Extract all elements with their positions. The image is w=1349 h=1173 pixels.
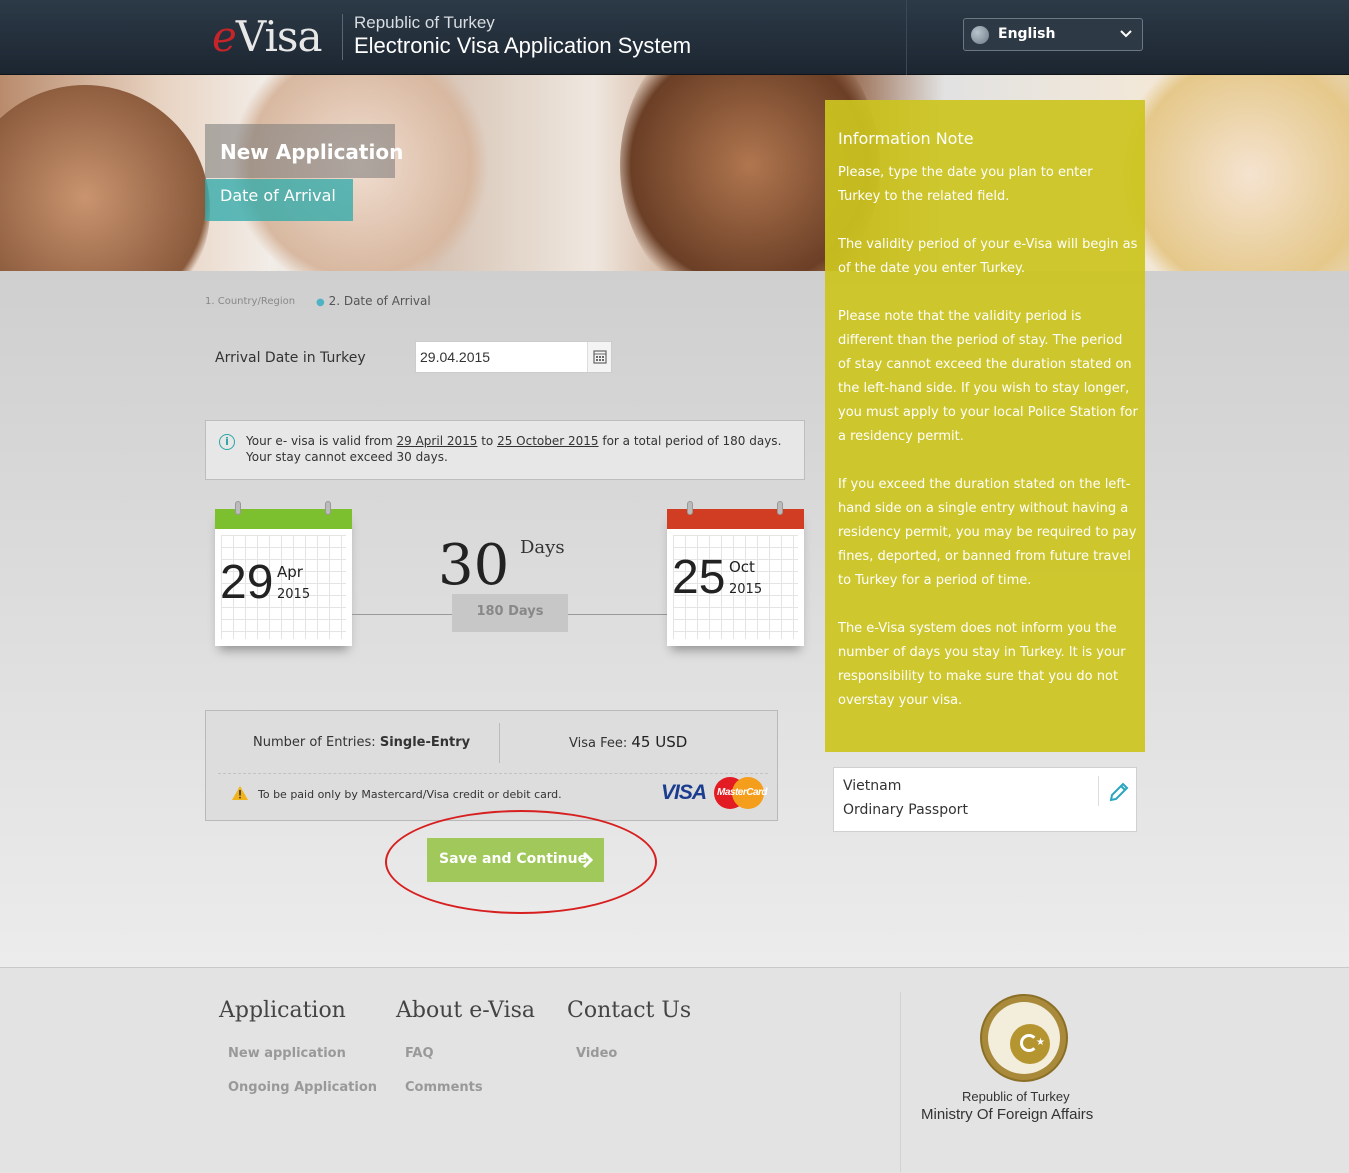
calendar-ring bbox=[777, 501, 783, 515]
ministry-line-2: Ministry Of Foreign Affairs bbox=[921, 1106, 1094, 1123]
footer-heading-application: Application bbox=[219, 998, 346, 1023]
visa-fee: Visa Fee: 45 USD bbox=[569, 733, 688, 751]
footer-heading-about: About e-Visa bbox=[396, 998, 536, 1023]
card-divider bbox=[1098, 776, 1099, 806]
end-month: Oct bbox=[729, 558, 755, 576]
entries-fee-box: Number of Entries: Single-Entry Visa Fee… bbox=[205, 710, 778, 821]
info-paragraph: If you exceed the duration stated on the… bbox=[838, 477, 1137, 588]
header-subtitle: Republic of Turkey bbox=[354, 13, 495, 32]
globe-icon bbox=[971, 26, 989, 44]
info-paragraph: The e-Visa system does not inform you th… bbox=[838, 621, 1126, 708]
evisa-logo[interactable]: eVisa bbox=[212, 12, 322, 61]
visa-logo: VISA bbox=[661, 781, 707, 804]
footer-link-comments[interactable]: Comments bbox=[405, 1080, 483, 1095]
banner-photo-left bbox=[0, 85, 210, 271]
end-day: 25 bbox=[672, 551, 726, 604]
start-year: 2015 bbox=[277, 587, 311, 602]
start-date-calendar: 29 Apr 2015 bbox=[215, 501, 352, 646]
chevron-down-icon bbox=[1120, 30, 1132, 38]
calendar-button[interactable] bbox=[587, 342, 611, 372]
footer-heading-contact: Contact Us bbox=[567, 998, 692, 1023]
breadcrumb-step-1[interactable]: 1. Country/Region bbox=[205, 296, 295, 307]
calendar-ring bbox=[235, 501, 241, 515]
warning-icon bbox=[232, 786, 248, 800]
total-days-badge: 180 Days bbox=[452, 594, 568, 632]
number-of-entries: Number of Entries: Single-Entry bbox=[253, 735, 471, 750]
arrival-date-value[interactable]: 29.04.2015 bbox=[420, 349, 490, 365]
ministry-seal-icon: ★ bbox=[980, 994, 1068, 1082]
edit-pencil-icon[interactable] bbox=[1107, 780, 1131, 804]
info-note-title: Information Note bbox=[838, 129, 974, 148]
calendar-ring bbox=[687, 501, 693, 515]
footer-divider bbox=[900, 992, 901, 1172]
banner-subtag: Date of Arrival bbox=[220, 186, 336, 205]
header-divider bbox=[906, 0, 907, 75]
current-step-dot: ● bbox=[316, 297, 325, 308]
end-year: 2015 bbox=[729, 582, 763, 597]
banner-tag: New Application bbox=[220, 140, 404, 164]
valid-from-date: 29 April 2015 bbox=[396, 434, 478, 448]
info-paragraph: Please note that the validity period is … bbox=[838, 309, 1138, 444]
passport-summary-card: Vietnam Ordinary Passport bbox=[833, 767, 1137, 832]
stay-days-number: 30 bbox=[438, 533, 510, 598]
footer-link-faq[interactable]: FAQ bbox=[405, 1046, 434, 1061]
info-note-body: Please, type the date you plan to enter … bbox=[838, 161, 1138, 737]
validity-text: Your e- visa is valid from 29 April 2015… bbox=[246, 434, 782, 464]
breadcrumb-step-2: ● 2. Date of Arrival bbox=[316, 294, 431, 308]
footer-link-ongoing-application[interactable]: Ongoing Application bbox=[228, 1080, 377, 1095]
payment-note: To be paid only by Mastercard/Visa credi… bbox=[258, 788, 562, 801]
arrival-date-label: Arrival Date in Turkey bbox=[215, 350, 366, 366]
mastercard-logo: MasterCard bbox=[714, 777, 768, 809]
calendar-ring bbox=[325, 501, 331, 515]
passport-type: Ordinary Passport bbox=[843, 802, 968, 818]
end-date-calendar: 25 Oct 2015 bbox=[667, 501, 804, 646]
info-paragraph: The validity period of your e-Visa will … bbox=[838, 237, 1138, 276]
start-month: Apr bbox=[277, 563, 303, 581]
logo-separator bbox=[342, 14, 343, 60]
language-label: English bbox=[998, 26, 1056, 42]
highlight-annotation bbox=[385, 810, 657, 914]
calendar-icon bbox=[593, 350, 607, 364]
site-header: eVisa Republic of Turkey Electronic Visa… bbox=[0, 0, 1349, 75]
footer-link-video[interactable]: Video bbox=[576, 1046, 617, 1061]
footer-link-new-application[interactable]: New application bbox=[228, 1046, 346, 1061]
language-select[interactable]: English bbox=[963, 18, 1143, 51]
banner-photo-far-right bbox=[1120, 75, 1349, 271]
arrival-date-input[interactable]: 29.04.2015 bbox=[415, 341, 612, 373]
info-paragraph: Please, type the date you plan to enter … bbox=[838, 165, 1093, 204]
validity-notice: i Your e- visa is valid from 29 April 20… bbox=[205, 420, 805, 480]
start-day: 29 bbox=[220, 556, 274, 609]
ministry-line-1: Republic of Turkey bbox=[962, 1089, 1070, 1104]
info-icon: i bbox=[219, 434, 235, 450]
hero-banner bbox=[0, 75, 1349, 271]
fee-separator bbox=[499, 723, 500, 763]
stay-days-unit: Days bbox=[520, 537, 565, 558]
header-title: Electronic Visa Application System bbox=[354, 33, 692, 58]
valid-to-date: 25 October 2015 bbox=[497, 434, 599, 448]
passport-country: Vietnam bbox=[843, 778, 902, 794]
dashed-divider bbox=[218, 773, 768, 774]
